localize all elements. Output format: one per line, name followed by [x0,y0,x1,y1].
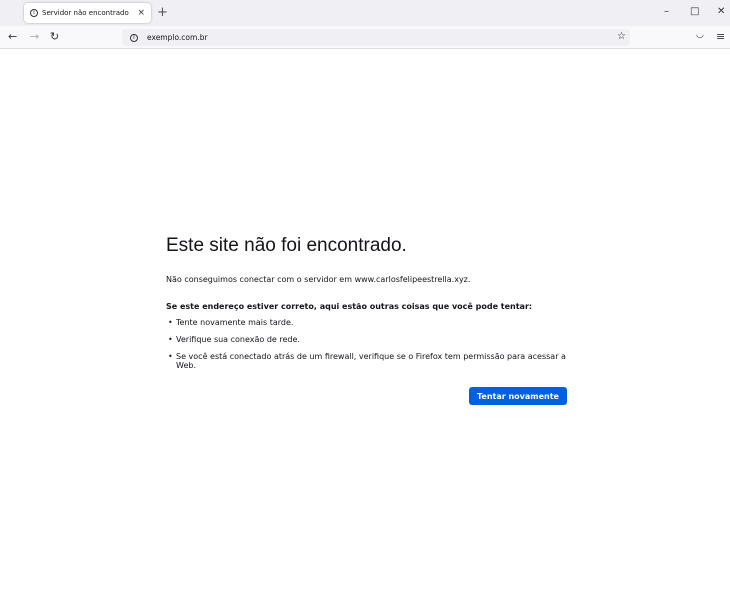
tab-bar: i Servidor não encontrado × + – □ ✕ [0,0,730,26]
reload-icon[interactable]: ↻ [50,30,59,43]
forward-icon[interactable]: → [30,30,39,43]
suggestions-list: Tente novamente mais tarde. Verifique su… [166,318,586,370]
url-bar[interactable]: i exemplo.com.br ☆ [122,29,630,46]
list-item: Se você está conectado atrás de um firew… [166,352,586,370]
tab-active[interactable]: i Servidor não encontrado × [24,3,151,23]
error-page: Este site não foi encontrado. Não conseg… [166,235,586,378]
list-item: Verifique sua conexão de rede. [166,335,586,344]
tab-title: Servidor não encontrado [42,9,129,17]
minimize-button[interactable]: – [664,6,669,17]
menu-icon[interactable]: ≡ [716,30,725,43]
new-tab-button[interactable]: + [157,5,168,20]
nav-bar: ← → ↻ i exemplo.com.br ☆ ◡ ≡ [0,26,730,49]
close-window-button[interactable]: ✕ [717,6,725,17]
maximize-button[interactable]: □ [690,6,699,17]
retry-button[interactable]: Tentar novamente [469,387,567,405]
suggestions-heading: Se este endereço estiver correto, aqui e… [166,302,533,311]
error-title: Este site não foi encontrado. [166,235,407,256]
bookmark-star-icon[interactable]: ☆ [617,31,626,42]
tab-close-icon[interactable]: × [137,8,145,18]
list-item: Tente novamente mais tarde. [166,318,586,327]
info-icon[interactable]: i [130,33,138,42]
info-icon: i [30,9,38,17]
pocket-icon[interactable]: ◡ [696,30,704,40]
back-icon[interactable]: ← [8,30,17,43]
error-message: Não conseguimos conectar com o servidor … [166,275,471,284]
url-text[interactable]: exemplo.com.br [147,33,208,42]
